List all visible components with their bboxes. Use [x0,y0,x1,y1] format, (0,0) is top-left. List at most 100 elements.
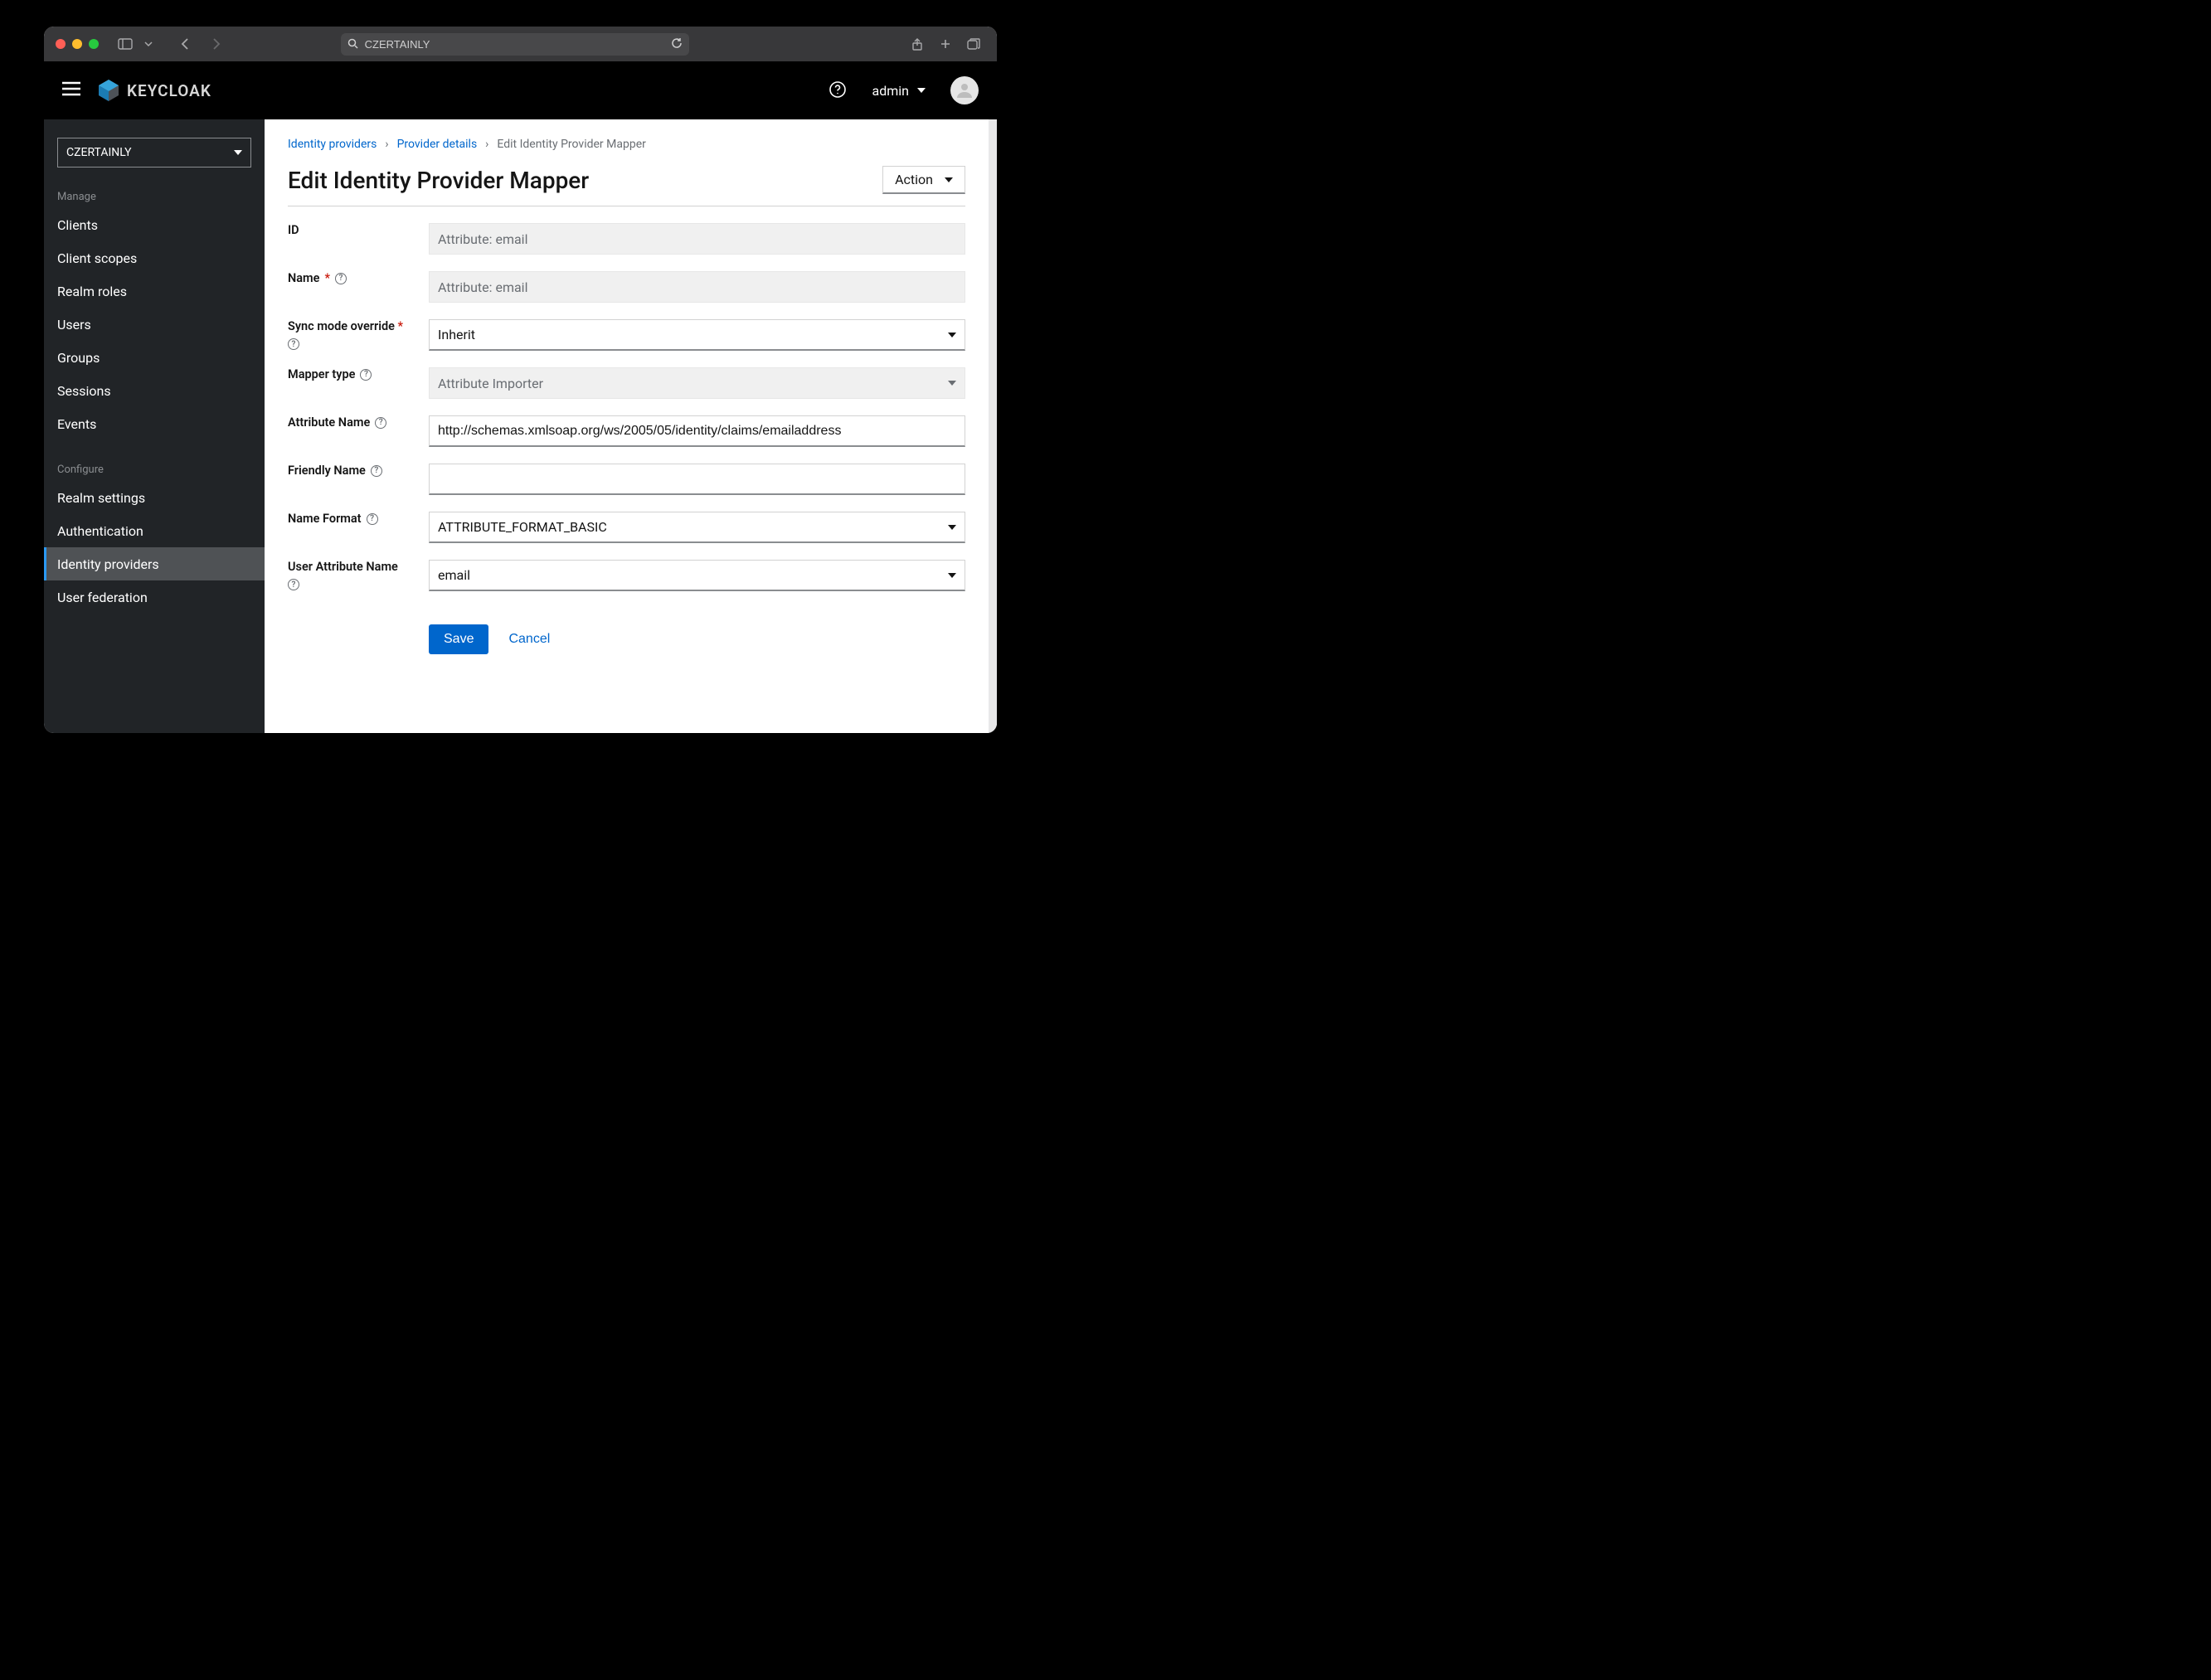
page-title: Edit Identity Provider Mapper [288,167,589,194]
help-button[interactable] [829,81,848,100]
breadcrumb: Identity providers › Provider details › … [288,138,965,151]
label-text: Name Format [288,512,362,526]
form-row-user-attribute-name: User Attribute Name ? email [288,560,965,591]
sidebar-item-groups[interactable]: Groups [44,341,265,374]
sidebar-item-realm-settings[interactable]: Realm settings [44,481,265,514]
chevron-down-icon[interactable] [137,34,160,54]
sidebar-item-users[interactable]: Users [44,308,265,341]
form-row-name-format: Name Format ? ATTRIBUTE_FORMAT_BASIC [288,512,965,543]
form-row-sync-mode: Sync mode override * ? Inherit [288,319,965,351]
form-row-name: Name * ? Attribute: email [288,271,965,303]
help-icon[interactable]: ? [360,369,372,381]
help-icon[interactable]: ? [288,579,299,590]
new-tab-icon[interactable] [934,34,957,54]
help-icon[interactable]: ? [371,465,382,477]
form-row-mapper-type: Mapper type ? Attribute Importer [288,367,965,399]
name-field: Attribute: email [429,271,965,303]
nav-forward-button [205,34,228,54]
help-icon[interactable]: ? [375,417,386,429]
sidebar-item-authentication[interactable]: Authentication [44,514,265,547]
label-name: Name * ? [288,271,412,285]
caret-down-icon [948,331,956,339]
sidebar-item-identity-providers[interactable]: Identity providers [44,547,265,580]
keycloak-logo-icon [95,77,122,104]
friendly-name-input-wrapper [429,464,965,495]
sidebar-item-user-federation[interactable]: User federation [44,580,265,614]
nav-menu-button[interactable] [62,80,80,101]
minimize-window-icon[interactable] [72,39,82,49]
caret-down-icon [917,86,926,95]
label-text: User Attribute Name [288,560,412,574]
id-field: Attribute: email [429,223,965,255]
page-header: Edit Identity Provider Mapper Action [288,166,965,206]
sidebar-item-label: Realm roles [57,284,127,299]
user-attribute-name-select[interactable]: email [429,560,965,591]
label-text: ID [288,223,299,237]
search-icon [347,36,358,52]
sidebar: CZERTAINLY Manage Clients Client scopes … [44,119,265,733]
friendly-name-input[interactable] [438,464,956,493]
user-menu[interactable]: admin [872,83,926,99]
breadcrumb-link-identity-providers[interactable]: Identity providers [288,138,377,151]
sidebar-item-sessions[interactable]: Sessions [44,374,265,407]
sidebar-item-clients[interactable]: Clients [44,208,265,241]
label-name-format: Name Format ? [288,512,412,526]
mapper-type-select: Attribute Importer [429,367,965,399]
label-user-attribute-name: User Attribute Name ? [288,560,412,590]
tab-overview-icon[interactable] [962,34,985,54]
nav-back-button[interactable] [173,34,197,54]
select-value: Attribute Importer [438,376,543,391]
realm-selector[interactable]: CZERTAINLY [57,138,251,168]
help-icon[interactable]: ? [367,513,378,525]
action-dropdown-label: Action [895,172,933,187]
sidebar-item-label: Client scopes [57,250,137,266]
brand-text: KEYCLOAK [127,81,211,100]
realm-name: CZERTAINLY [66,146,132,159]
sidebar-item-client-scopes[interactable]: Client scopes [44,241,265,274]
label-friendly-name: Friendly Name ? [288,464,412,478]
sidebar-toggle-icon[interactable] [114,34,137,54]
browser-window: KEYCLOAK admin CZERTAINLY Manage Clients [44,27,997,733]
avatar[interactable] [950,76,979,104]
share-icon[interactable] [906,34,929,54]
label-text: Mapper type [288,367,355,381]
field-value: Attribute: email [438,279,527,295]
window-controls [56,39,99,49]
reload-icon[interactable] [671,36,683,52]
name-format-select[interactable]: ATTRIBUTE_FORMAT_BASIC [429,512,965,543]
sidebar-section-configure: Configure [44,455,265,481]
attribute-name-input[interactable] [438,416,956,445]
attribute-name-input-wrapper [429,415,965,447]
sidebar-item-label: Groups [57,350,100,366]
sidebar-item-label: Events [57,416,96,432]
sync-mode-select[interactable]: Inherit [429,319,965,351]
titlebar [44,27,997,61]
help-icon[interactable]: ? [335,273,347,284]
brand-logo[interactable]: KEYCLOAK [95,77,211,104]
address-bar[interactable] [341,33,689,56]
caret-down-icon [948,571,956,580]
address-input[interactable] [365,38,664,51]
sidebar-item-label: Realm settings [57,490,145,506]
save-button[interactable]: Save [429,624,488,654]
sidebar-item-label: User federation [57,590,148,605]
field-value: Attribute: email [438,231,527,247]
main-content: Identity providers › Provider details › … [265,119,997,733]
maximize-window-icon[interactable] [89,39,99,49]
breadcrumb-link-provider-details[interactable]: Provider details [397,138,478,151]
label-text: Name [288,271,319,285]
label-text: Attribute Name [288,415,370,430]
sidebar-item-events[interactable]: Events [44,407,265,440]
app-header: KEYCLOAK admin [44,61,997,119]
person-icon [955,81,974,100]
close-window-icon[interactable] [56,39,66,49]
select-value: email [438,567,470,583]
cancel-button[interactable]: Cancel [508,632,550,647]
caret-down-icon [234,148,242,157]
action-dropdown[interactable]: Action [882,166,965,194]
label-mapper-type: Mapper type ? [288,367,412,381]
sidebar-item-label: Clients [57,217,98,233]
help-icon[interactable]: ? [288,338,299,350]
sidebar-item-label: Sessions [57,383,111,399]
sidebar-item-realm-roles[interactable]: Realm roles [44,274,265,308]
